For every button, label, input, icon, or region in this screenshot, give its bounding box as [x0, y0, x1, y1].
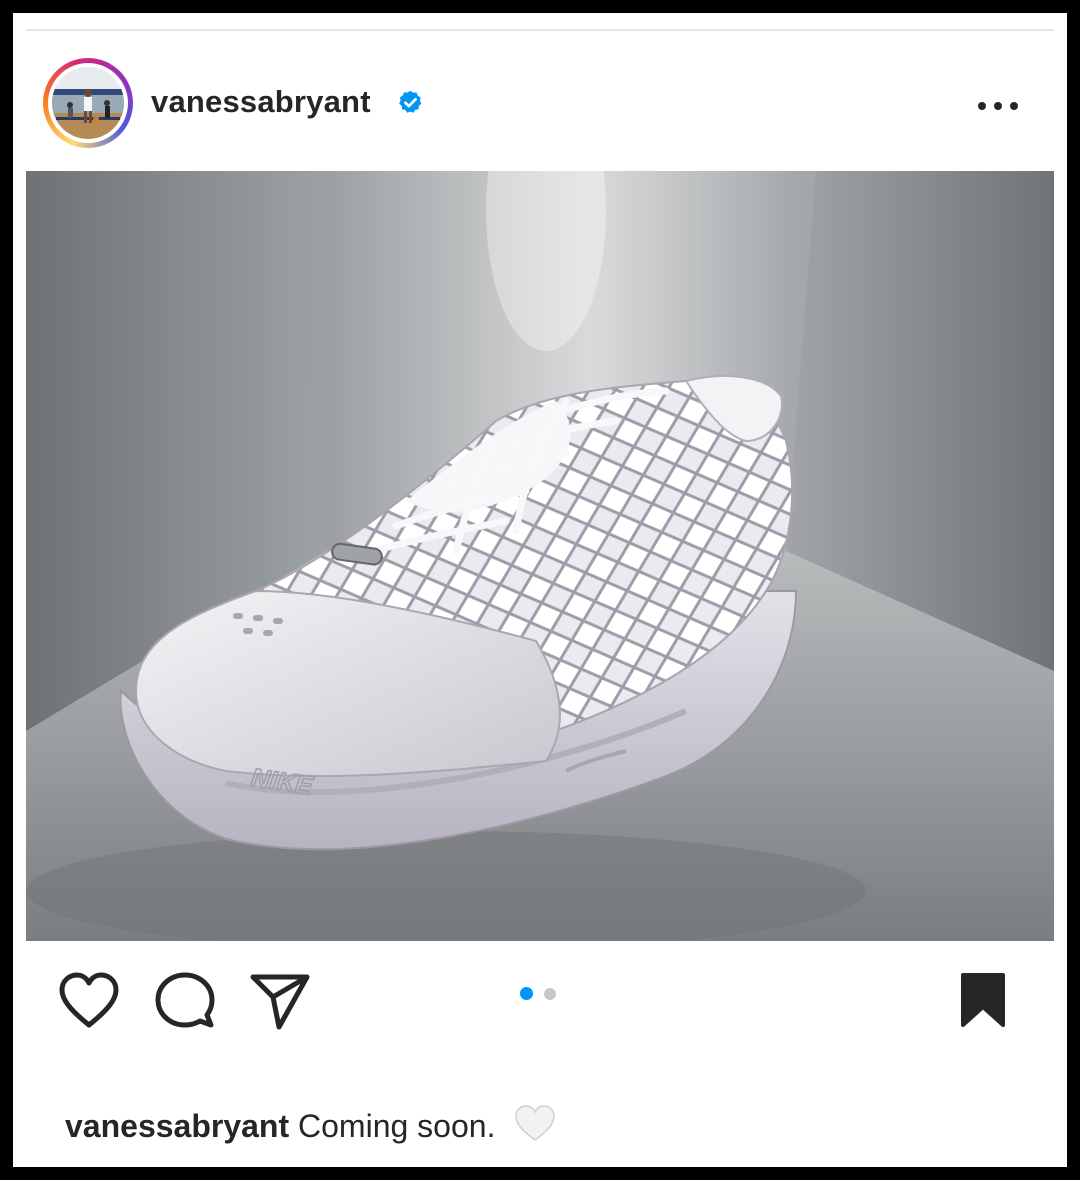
post-header: vanessabryant — [13, 31, 1067, 171]
white-heart-emoji — [515, 1105, 556, 1141]
avatar-photo — [52, 67, 124, 139]
carousel-dot-active — [520, 987, 533, 1000]
post-caption: vanessabryant Coming soon. — [65, 1105, 556, 1145]
bookmark-filled-icon[interactable] — [959, 971, 1007, 1029]
verified-badge-icon — [399, 90, 422, 113]
instagram-post-card: vanessabryant NIKE vanessabryant Coming … — [13, 13, 1067, 1167]
carousel-dot[interactable] — [544, 988, 556, 1000]
avatar-border — [48, 63, 128, 143]
paper-plane-icon[interactable] — [249, 971, 311, 1031]
post-image[interactable]: NIKE — [26, 171, 1054, 941]
header-username[interactable]: vanessabryant — [151, 84, 371, 120]
carousel-indicator — [520, 987, 560, 1001]
story-ring[interactable] — [43, 58, 133, 148]
sneaker-photo: NIKE — [26, 171, 1054, 941]
avatar[interactable] — [52, 67, 124, 139]
comment-icon[interactable] — [155, 971, 215, 1031]
caption-username[interactable]: vanessabryant — [65, 1108, 289, 1144]
more-horizontal-icon[interactable] — [975, 95, 1021, 117]
heart-outline-icon[interactable] — [57, 971, 121, 1031]
caption-text: Coming soon. — [298, 1108, 496, 1144]
action-bar — [13, 953, 1067, 1053]
